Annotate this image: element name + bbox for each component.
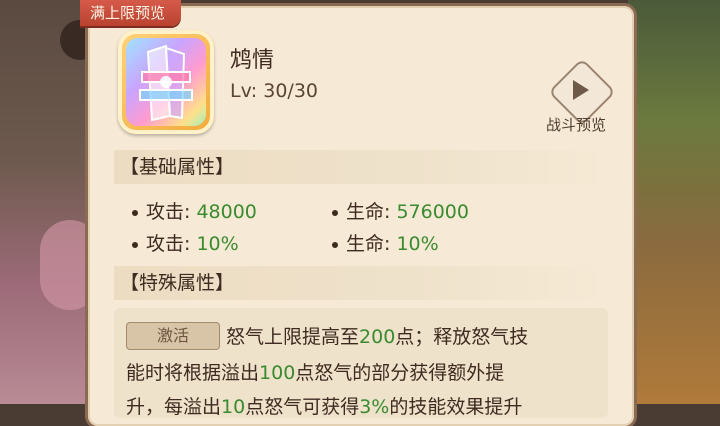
background-right bbox=[628, 0, 720, 404]
description-highlight: 10 bbox=[221, 396, 246, 418]
level-label: Lv: bbox=[230, 80, 258, 102]
description-line: 升，每溢出10点怒气可获得3%的技能效果提升 bbox=[126, 392, 522, 419]
attribute-value: 48000 bbox=[196, 201, 257, 223]
description-text: 点怒气可获得 bbox=[245, 396, 360, 418]
special-attributes-title: 【特殊属性】 bbox=[114, 266, 614, 300]
attribute-item: 攻击: 10% bbox=[132, 229, 239, 256]
item-level: Lv: 30/30 bbox=[230, 80, 318, 102]
bullet-icon bbox=[332, 209, 338, 216]
attribute-item: 攻击: 48000 bbox=[132, 197, 257, 224]
description-text: 的技能效果提升 bbox=[389, 396, 523, 418]
max-preview-ribbon: 满上限预览 bbox=[80, 0, 182, 26]
description-highlight: 200 bbox=[359, 326, 396, 348]
base-attributes-title: 【基础属性】 bbox=[114, 150, 614, 184]
attribute-label: 攻击: bbox=[146, 201, 191, 223]
bullet-icon bbox=[332, 241, 338, 248]
rainbow-crystal-icon bbox=[126, 38, 206, 126]
description-text: 怒气上限提高至 bbox=[226, 326, 360, 348]
battle-preview-button[interactable]: 战斗预览 bbox=[546, 58, 626, 138]
attribute-value: 10% bbox=[196, 233, 239, 255]
attribute-label: 生命: bbox=[346, 233, 391, 255]
description-highlight: 100 bbox=[259, 362, 296, 384]
description-text: 点怒气的部分获得额外提 bbox=[295, 362, 505, 384]
play-icon[interactable] bbox=[573, 80, 589, 100]
description-text: 能时将根据溢出 bbox=[126, 362, 260, 384]
attribute-label: 攻击: bbox=[146, 233, 191, 255]
rainbow-crystal-icon-shape bbox=[139, 44, 193, 122]
bullet-icon bbox=[132, 241, 138, 248]
description-line: 怒气上限提高至200点；释放怒气技 bbox=[226, 322, 528, 349]
attribute-item: 生命: 576000 bbox=[332, 197, 469, 224]
activate-badge: 激活 bbox=[126, 322, 220, 350]
item-name: 鸩情 bbox=[230, 48, 275, 73]
description-text: 升，每溢出 bbox=[126, 396, 222, 418]
item-icon-frame bbox=[118, 30, 214, 134]
level-value: 30/30 bbox=[263, 80, 319, 102]
attribute-item: 生命: 10% bbox=[332, 229, 439, 256]
battle-preview-label: 战斗预览 bbox=[546, 116, 607, 134]
attribute-value: 576000 bbox=[396, 201, 469, 223]
attribute-value: 10% bbox=[396, 233, 439, 255]
description-line: 能时将根据溢出100点怒气的部分获得额外提 bbox=[126, 358, 504, 385]
description-text: 点；释放怒气技 bbox=[395, 326, 529, 348]
background-left bbox=[0, 0, 90, 404]
attribute-label: 生命: bbox=[346, 201, 391, 223]
bullet-icon bbox=[132, 209, 138, 216]
description-highlight: 3% bbox=[359, 396, 390, 418]
